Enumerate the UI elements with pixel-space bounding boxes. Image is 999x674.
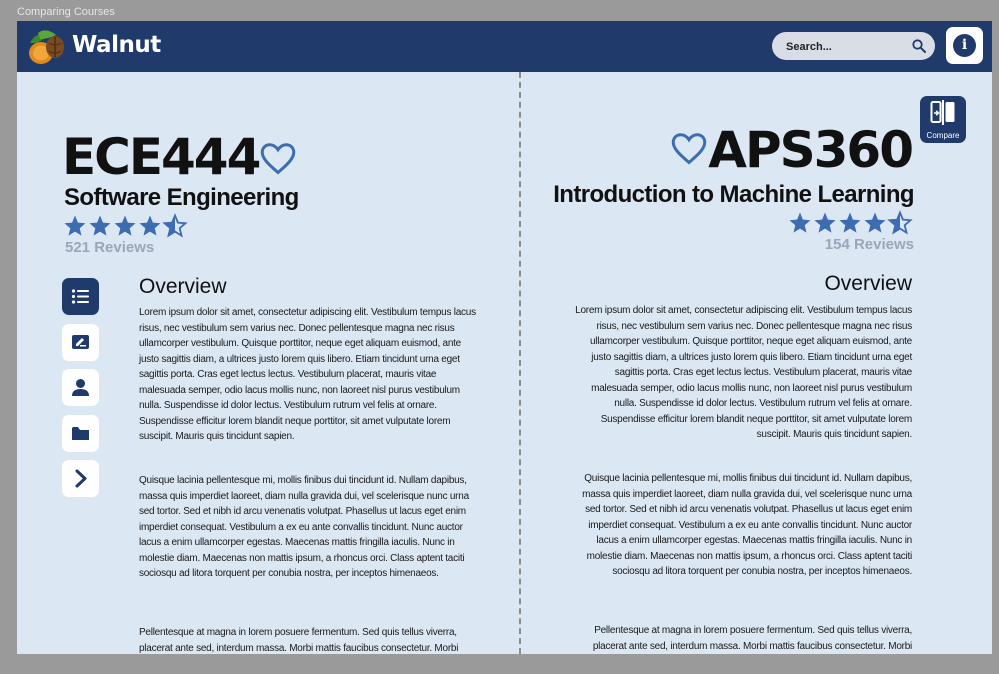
walnut-logo-icon[interactable]	[26, 29, 66, 65]
star-half-icon	[887, 210, 913, 235]
overview-heading: Overview	[824, 272, 912, 295]
star-full-icon	[139, 215, 161, 236]
column-divider	[519, 72, 521, 654]
search-input[interactable]	[784, 37, 906, 57]
compare-label: Compare	[926, 131, 960, 140]
star-full-icon	[789, 212, 811, 233]
app-name: Walnut	[72, 32, 161, 58]
folder-icon	[72, 427, 89, 440]
sidebar-item-instructors[interactable]	[62, 369, 99, 406]
course-code: APS360	[708, 121, 914, 179]
overview-paragraph: Pellentesque at magna in lorem posuere f…	[139, 627, 459, 654]
overview-heading: Overview	[139, 275, 227, 298]
top-navigation-bar: Walnut i	[17, 21, 992, 72]
search-icon[interactable]	[912, 39, 926, 53]
star-rating	[788, 210, 914, 236]
overview-paragraph: Pellentesque at magna in lorem posuere f…	[592, 625, 912, 652]
sidebar-item-reviews[interactable]	[62, 324, 99, 361]
course-code: ECE444	[62, 128, 261, 186]
list-icon	[71, 289, 89, 304]
star-half-icon	[162, 213, 188, 238]
review-count[interactable]: 154 Reviews	[825, 236, 914, 253]
star-full-icon	[814, 212, 836, 233]
star-full-icon	[114, 215, 136, 236]
course-name: Software Engineering	[64, 184, 299, 211]
star-full-icon	[864, 212, 886, 233]
favorite-heart-icon[interactable]	[260, 142, 296, 176]
rating-stars	[789, 210, 913, 235]
window-title: Comparing Courses	[17, 6, 115, 18]
course-name: Introduction to Machine Learning	[553, 181, 914, 208]
search-bar[interactable]	[772, 32, 935, 60]
favorite-heart-icon[interactable]	[671, 132, 707, 166]
info-icon: i	[953, 34, 976, 57]
sidebar-item-next[interactable]	[62, 460, 99, 497]
info-button[interactable]: i	[946, 27, 983, 64]
sidebar-item-resources[interactable]	[62, 415, 99, 452]
star-full-icon	[89, 215, 111, 236]
rating-stars	[64, 213, 188, 238]
chevron-right-icon	[75, 469, 87, 488]
star-full-icon	[64, 215, 86, 236]
compare-icon	[930, 100, 955, 125]
compare-button[interactable]: Compare	[920, 96, 966, 143]
edit-review-icon	[72, 335, 89, 349]
overview-paragraph: Lorem ipsum dolor sit amet, consectetur …	[575, 305, 912, 440]
app-frame: Walnut i Compare ECE444 Software Engine	[17, 21, 992, 654]
sidebar-item-overview[interactable]	[62, 278, 99, 315]
review-count[interactable]: 521 Reviews	[65, 239, 154, 256]
overview-paragraph: Quisque lacinia pellentesque mi, mollis …	[139, 475, 469, 579]
overview-paragraph: Quisque lacinia pellentesque mi, mollis …	[582, 473, 912, 577]
overview-paragraph: Lorem ipsum dolor sit amet, consectetur …	[139, 307, 476, 442]
person-icon	[72, 379, 89, 396]
star-full-icon	[839, 212, 861, 233]
star-rating	[63, 213, 189, 239]
